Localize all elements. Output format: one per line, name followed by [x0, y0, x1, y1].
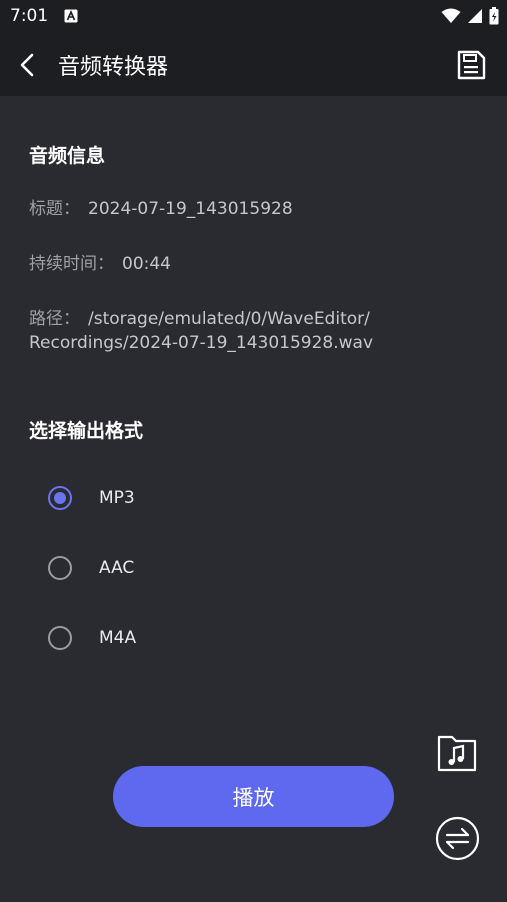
- format-label-aac: AAC: [99, 558, 135, 578]
- convert-icon[interactable]: [435, 816, 480, 861]
- page-title: 音频转换器: [58, 55, 169, 80]
- title-value: 2024-07-19_143015928: [88, 199, 293, 219]
- status-icons: [441, 7, 499, 25]
- radio-aac[interactable]: [48, 556, 72, 580]
- battery-icon: [489, 7, 499, 25]
- audio-info-heading: 音频信息: [29, 145, 106, 167]
- status-bar: 7:01: [0, 0, 507, 34]
- play-button[interactable]: 播放: [113, 766, 394, 827]
- duration-row: 持续时间： 00:44: [29, 252, 171, 276]
- format-option-mp3[interactable]: MP3: [48, 480, 248, 516]
- radio-m4a[interactable]: [48, 626, 72, 650]
- signal-icon: [468, 9, 482, 23]
- path-value-line1: /storage/emulated/0/WaveEditor/: [88, 309, 370, 329]
- format-option-m4a[interactable]: M4A: [48, 620, 248, 656]
- title-row: 标题： 2024-07-19_143015928: [29, 197, 293, 221]
- app-bar: 音频转换器: [0, 34, 507, 96]
- path-row: 路径： /storage/emulated/0/WaveEditor/ Recor…: [29, 307, 373, 355]
- format-label-mp3: MP3: [99, 488, 135, 508]
- duration-value: 00:44: [122, 254, 171, 274]
- music-folder-icon[interactable]: [437, 734, 477, 772]
- back-arrow-icon[interactable]: [14, 50, 42, 80]
- radio-mp3[interactable]: [48, 486, 72, 510]
- output-format-heading: 选择输出格式: [29, 420, 144, 442]
- duration-label: 持续时间：: [29, 254, 114, 274]
- notification-a-icon: [64, 9, 78, 23]
- path-value-line2: Recordings/2024-07-19_143015928.wav: [29, 333, 374, 353]
- title-label: 标题：: [29, 199, 80, 219]
- format-label-m4a: M4A: [99, 628, 137, 648]
- status-time: 7:01: [10, 6, 49, 26]
- path-label: 路径：: [29, 309, 80, 329]
- save-icon[interactable]: [455, 49, 487, 81]
- wifi-icon: [441, 8, 461, 23]
- format-option-aac[interactable]: AAC: [48, 550, 248, 586]
